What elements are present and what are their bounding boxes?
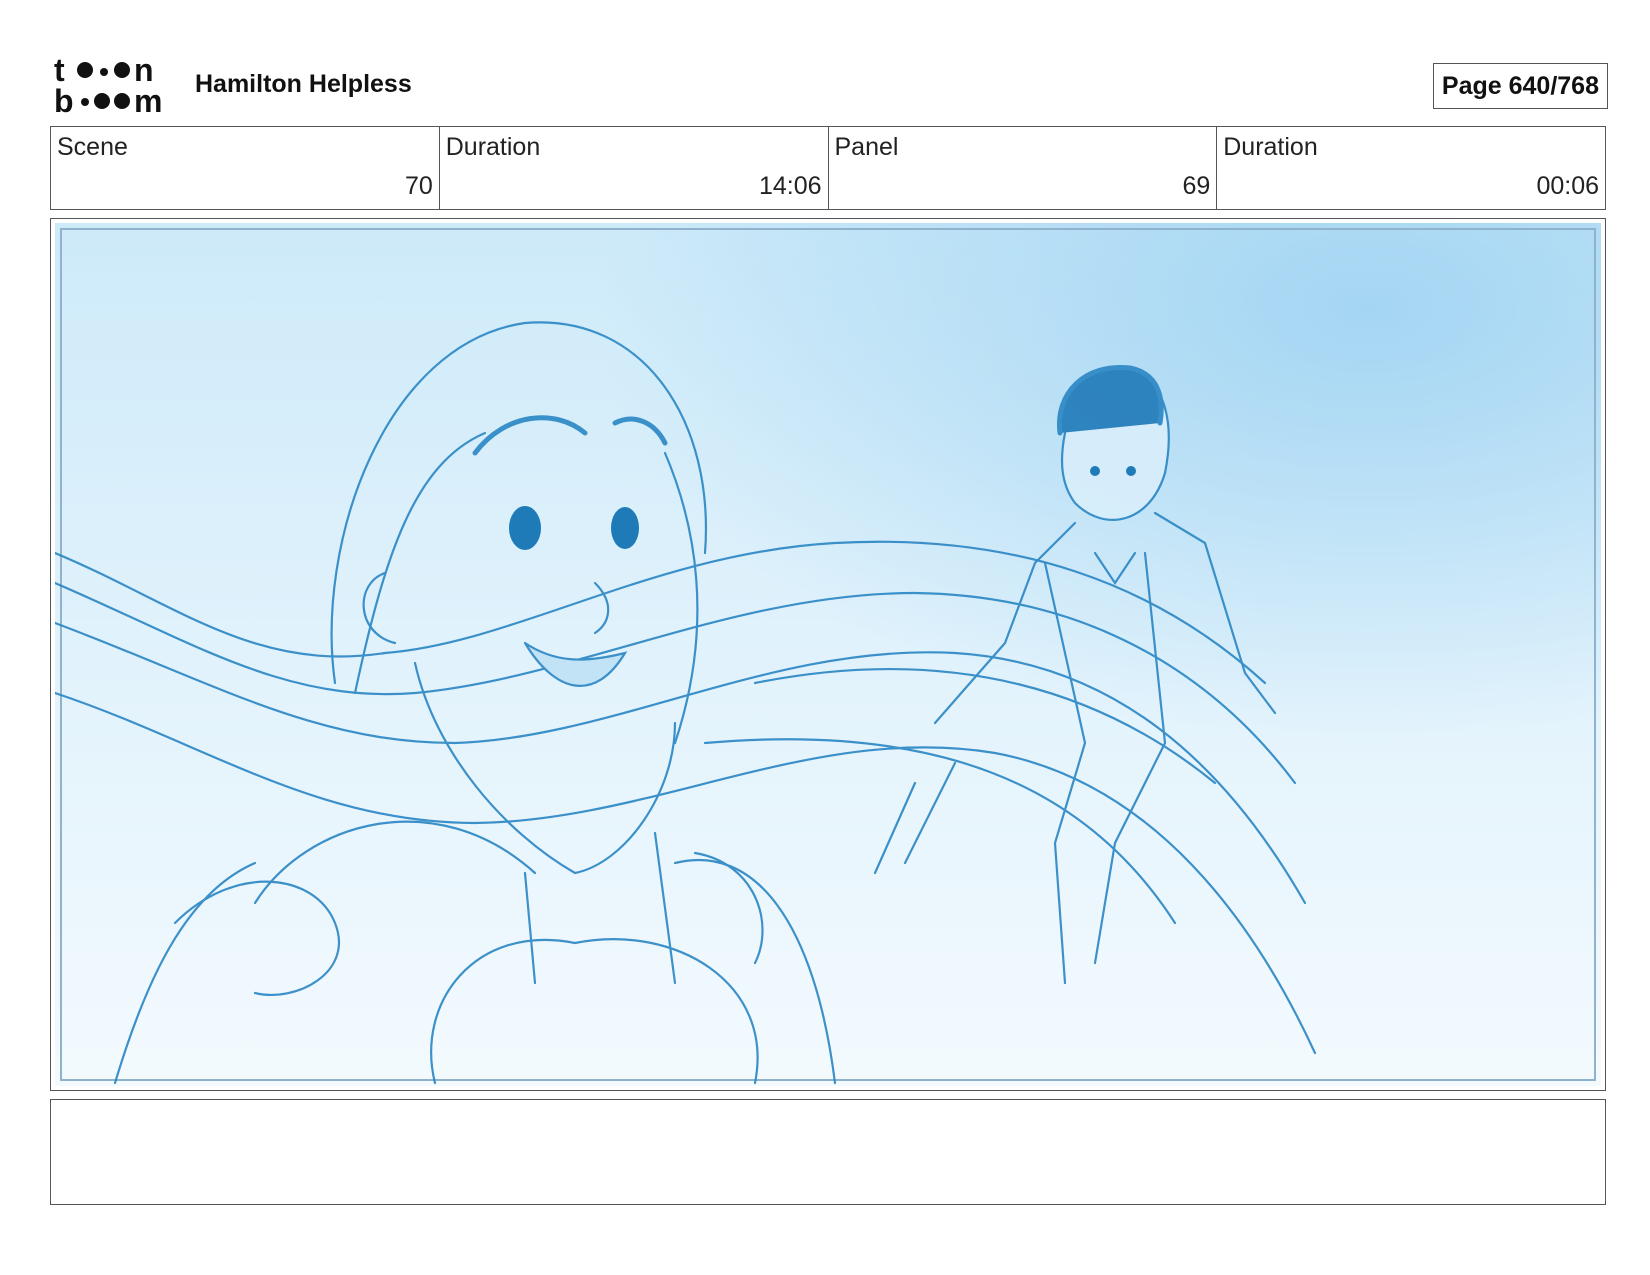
- svg-text:b: b: [54, 83, 74, 116]
- page-indicator: Page 640/768: [1432, 63, 1608, 109]
- panel-value: 69: [1182, 172, 1211, 200]
- storyboard-sketch-icon: [55, 223, 1601, 1086]
- scene-duration-cell: Duration 14:06: [440, 127, 829, 209]
- toonboom-logo-icon: t n b m: [54, 54, 162, 116]
- scene-duration-label: Duration: [445, 133, 541, 161]
- scene-cell: Scene 70: [51, 127, 440, 209]
- panel-cell: Panel 69: [829, 127, 1218, 209]
- project-title: Hamilton Helpless: [195, 70, 412, 98]
- scene-label: Scene: [57, 133, 128, 161]
- panel-notes[interactable]: [50, 1099, 1606, 1205]
- scene-duration-value: 14:06: [758, 172, 822, 200]
- panel-duration-value: 00:06: [1536, 172, 1599, 200]
- panel-duration-cell: Duration 00:06: [1217, 127, 1605, 209]
- storyboard-sketch-image: [55, 223, 1601, 1086]
- panel-info-table: Scene 70 Duration 14:06 Panel 69 Duratio…: [50, 126, 1606, 210]
- toonboom-logo: t n b m: [54, 54, 172, 116]
- panel-label: Panel: [834, 133, 899, 161]
- panel-duration-label: Duration: [1223, 133, 1318, 161]
- storyboard-panel: [50, 218, 1606, 1091]
- svg-text:m: m: [134, 83, 162, 116]
- scene-value: 70: [404, 172, 433, 200]
